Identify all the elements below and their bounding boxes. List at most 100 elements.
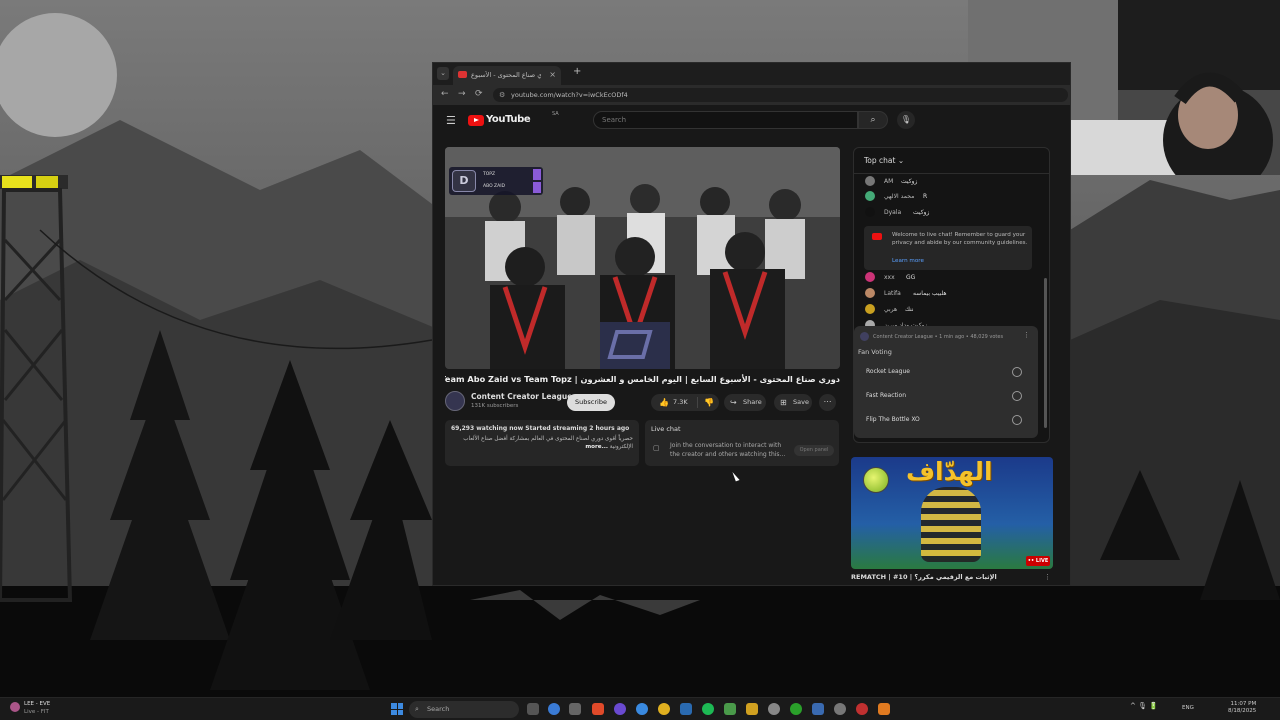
chat-text: R (923, 193, 928, 200)
language-indicator[interactable]: ENG (1182, 705, 1194, 711)
chat-text: هلبيب بيماسه (913, 290, 947, 297)
radio-icon[interactable] (1012, 391, 1022, 401)
like-dislike-group: 👍 7.3K 👎 (651, 394, 719, 411)
recommended-more-icon[interactable]: ⋮ (1044, 573, 1051, 581)
chat-scrollbar[interactable] (1044, 278, 1047, 428)
system-tray[interactable]: ^ 🎙 🔋 (1130, 702, 1158, 710)
poll-option[interactable]: Rocket League (858, 362, 1034, 382)
recommended-video-thumbnail[interactable]: الهدّاف •• LIVE (851, 457, 1053, 569)
file-explorer-icon[interactable] (746, 703, 758, 715)
xbox-icon[interactable] (790, 703, 802, 715)
subscribe-button[interactable]: Subscribe (567, 394, 615, 411)
clock[interactable]: 11:07 PM 8/18/2025 (1228, 701, 1256, 715)
address-bar[interactable]: ⚙ youtube.com/watch?v=iwCkEcODf4 (493, 88, 1068, 102)
youtube-play-icon (468, 115, 484, 126)
top-chat-dropdown[interactable]: Top chat ⌄ (864, 156, 904, 165)
player-illustration (921, 487, 981, 562)
chat-author: هربي (884, 306, 898, 313)
team-color-swatch (533, 169, 541, 180)
windows-start-icon[interactable] (391, 703, 403, 715)
learn-more-link[interactable]: Learn more (892, 258, 924, 264)
hamburger-menu-icon[interactable]: ☰ (446, 114, 456, 127)
team-topz-label: TOPZ (483, 172, 496, 177)
edge-icon[interactable] (636, 703, 648, 715)
save-button[interactable]: ⊞ Save (774, 394, 812, 411)
brave-browser-icon[interactable] (592, 703, 604, 715)
new-tab-button[interactable]: + (573, 66, 581, 77)
channel-name[interactable]: Content Creator League (471, 392, 572, 401)
live-badge: •• LIVE (1026, 556, 1050, 566)
match-score-overlay: D TOPZ ABO ZAID (449, 167, 543, 195)
chat-avatar (865, 288, 875, 298)
taskbar-search[interactable]: ⌕ Search (409, 701, 519, 718)
search-icon: ⌕ (415, 705, 419, 713)
discord-icon[interactable] (614, 703, 626, 715)
copilot-icon[interactable] (548, 703, 560, 715)
forward-button[interactable]: → (458, 89, 466, 99)
app-icon[interactable] (724, 703, 736, 715)
radio-icon[interactable] (1012, 415, 1022, 425)
youtube-play-icon (872, 233, 882, 240)
poll-option[interactable]: Fast Reaction (858, 386, 1034, 406)
site-info-icon[interactable]: ⚙ (499, 88, 505, 102)
share-button[interactable]: ↪ Share (724, 394, 766, 411)
settings-icon[interactable] (569, 703, 581, 715)
poll-channel-avatar (860, 332, 869, 341)
tab-search-button[interactable]: ⌄ (437, 67, 449, 80)
team-color-swatch (533, 182, 541, 193)
open-panel-button[interactable]: Open panel (794, 445, 834, 456)
thumbs-up-icon[interactable]: 👍 (659, 394, 669, 411)
show-more-link[interactable]: ...more (585, 444, 608, 450)
clock-date: 8/18/2025 (1228, 708, 1257, 715)
microphone-icon[interactable]: 🎙 (897, 111, 915, 129)
description-box[interactable]: 69,293 watching now Started streaming 2 … (445, 420, 639, 466)
recommended-video-title[interactable]: REMATCH | #10 | الإثبات مع الزقيمي مكرر؟ (851, 573, 1031, 581)
poll-option-label: Rocket League (866, 368, 910, 375)
app-icon[interactable] (878, 703, 890, 715)
divider (697, 397, 698, 408)
thumbnail-title-art: الهدّاف (906, 457, 993, 486)
welcome-text: Welcome to live chat! Remember to guard … (892, 232, 1028, 246)
like-count[interactable]: 7.3K (673, 394, 688, 411)
spotify-icon[interactable] (702, 703, 714, 715)
clock-time: 11:07 PM (1230, 701, 1257, 707)
app-icon[interactable] (834, 703, 846, 715)
tab-bar: ⌄ دوري صناع المحتوى - الأسبوع × + (433, 63, 1070, 85)
poll-question: Fan Voting (858, 348, 892, 356)
description-text: حصرياً أقوى دوري لصناع المحتوى في العالم… (451, 435, 633, 451)
radio-icon[interactable] (1012, 367, 1022, 377)
video-player[interactable]: D TOPZ ABO ZAID (445, 147, 840, 369)
obs-icon[interactable] (768, 703, 780, 715)
steam-icon[interactable] (680, 703, 692, 715)
reload-button[interactable]: ⟳ (475, 89, 483, 99)
poll-menu-icon[interactable]: ⋮ (1023, 331, 1030, 339)
app-icon[interactable] (812, 703, 824, 715)
country-code: SA (552, 111, 559, 117)
search-input[interactable]: Search (593, 111, 858, 129)
browser-toolbar: ← → ⟳ ⚙ youtube.com/watch?v=iwCkEcODf4 (433, 85, 1070, 105)
youtube-favicon-icon (458, 71, 467, 78)
welcome-banner: Welcome to live chat! Remember to guard … (864, 226, 1032, 270)
poll-meta-text: Content Creator League • 1 min ago • 48,… (873, 334, 1004, 340)
share-label: Share (743, 398, 762, 406)
channel-avatar[interactable] (445, 391, 465, 411)
widget-title: LEE - EVE (24, 701, 51, 707)
tab-close-icon[interactable]: × (549, 70, 556, 79)
subscriber-count: 131K subscribers (471, 403, 519, 409)
chat-bubble-icon: ▢ (653, 444, 660, 452)
chat-author: Latifa (884, 290, 901, 297)
poll-option-label: Fast Reaction (866, 392, 907, 399)
chat-text: ننك (905, 306, 914, 313)
app-icon[interactable] (856, 703, 868, 715)
back-button[interactable]: ← (441, 89, 449, 99)
team-abo-zaid-label: ABO ZAID (483, 184, 506, 189)
task-view-icon[interactable] (527, 703, 539, 715)
chrome-icon[interactable] (658, 703, 670, 715)
youtube-wordmark: YouTube (486, 114, 531, 125)
poll-option[interactable]: Flip The Bottle XO (858, 410, 1034, 430)
chat-header: Top chat ⌄ (854, 148, 1049, 174)
search-icon[interactable]: ⌕ (858, 111, 888, 129)
thumbs-down-icon[interactable]: 👎 (704, 394, 714, 411)
more-actions-icon[interactable]: ⋯ (819, 394, 836, 411)
browser-tab-youtube[interactable]: دوري صناع المحتوى - الأسبوع × (453, 66, 561, 85)
